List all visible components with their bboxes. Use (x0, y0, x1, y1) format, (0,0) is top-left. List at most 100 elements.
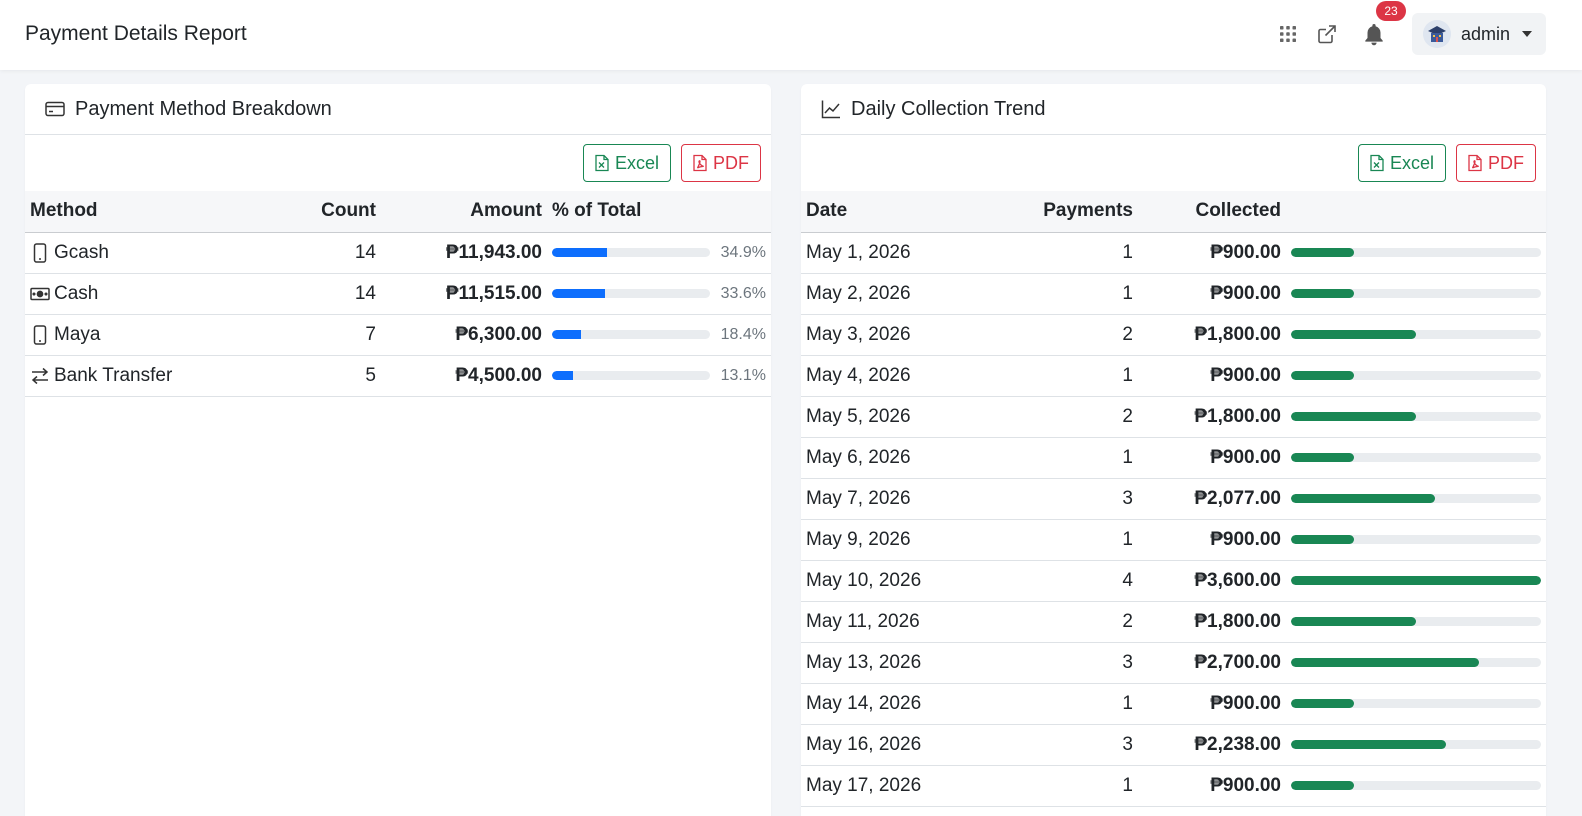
export-buttons: Excel PDF (25, 135, 771, 191)
collected-cell: ₱900.00 (1138, 273, 1286, 315)
collected-progress-bar (1291, 699, 1541, 708)
phone-icon (30, 242, 50, 264)
amount-cell: ₱6,300.00 (381, 314, 547, 356)
table-row: May 1, 2026 1 ₱900.00 (801, 232, 1546, 274)
collected-progress-bar (1291, 740, 1541, 749)
pdf-label: PDF (1488, 152, 1524, 173)
date-cell: May 13, 2026 (801, 642, 1001, 684)
payments-cell: 3 (1001, 478, 1138, 520)
table-row: May 17, 2026 1 ₱900.00 (801, 765, 1546, 807)
date-cell: May 4, 2026 (801, 355, 1001, 397)
payment-method-card: Payment Method Breakdown Excel PDF Metho… (25, 84, 771, 816)
excel-label: Excel (1389, 152, 1434, 173)
cash-icon (30, 283, 50, 305)
excel-label: Excel (614, 152, 659, 173)
collected-progress-fill (1291, 617, 1416, 626)
column-header-collected: Collected (1138, 191, 1286, 233)
collected-progress-fill (1291, 330, 1416, 339)
pct-progress-fill (552, 289, 606, 298)
collected-progress-bar (1291, 371, 1541, 380)
amount-cell: ₱4,500.00 (381, 355, 547, 397)
user-menu-dropdown[interactable]: admin (1412, 13, 1546, 55)
collected-bar-cell (1286, 437, 1546, 479)
daily-trend-table: Date Payments Collected May 1, 2026 1 ₱900… (801, 191, 1546, 807)
table-row: Maya 7 ₱6,300.00 18.4% (25, 314, 771, 356)
method-name: Maya (54, 323, 101, 345)
collected-progress-fill (1291, 699, 1354, 708)
payments-cell: 1 (1001, 437, 1138, 479)
export-excel-button[interactable]: Excel (1357, 144, 1446, 182)
payments-cell: 3 (1001, 642, 1138, 684)
table-row: May 3, 2026 2 ₱1,800.00 (801, 314, 1546, 356)
date-cell: May 2, 2026 (801, 273, 1001, 315)
pdf-file-icon (693, 154, 707, 172)
collected-progress-fill (1291, 576, 1541, 585)
export-pdf-button[interactable]: PDF (681, 144, 761, 182)
table-row: May 5, 2026 2 ₱1,800.00 (801, 396, 1546, 438)
table-row: May 4, 2026 1 ₱900.00 (801, 355, 1546, 397)
collected-progress-fill (1291, 453, 1354, 462)
avatar (1423, 20, 1451, 48)
column-header-payments: Payments (1001, 191, 1138, 233)
count-cell: 14 (307, 273, 381, 315)
collected-progress-fill (1291, 535, 1354, 544)
collected-cell: ₱900.00 (1138, 355, 1286, 397)
collected-progress-bar (1291, 535, 1541, 544)
collected-cell: ₱900.00 (1138, 519, 1286, 561)
amount-cell: ₱11,943.00 (381, 232, 547, 274)
collected-progress-bar (1291, 617, 1541, 626)
pct-progress-bar (552, 248, 710, 257)
date-cell: May 6, 2026 (801, 437, 1001, 479)
collected-cell: ₱1,800.00 (1138, 314, 1286, 356)
user-name: admin (1461, 23, 1511, 44)
column-header-pct: % of Total (547, 191, 771, 233)
method-cell: Maya (25, 314, 307, 356)
collected-bar-cell (1286, 724, 1546, 766)
collected-progress-fill (1291, 494, 1436, 503)
pct-progress-bar (552, 371, 710, 380)
chevron-down-icon (1522, 31, 1533, 37)
collected-progress-bar (1291, 412, 1541, 421)
notification-bell-icon[interactable] (1360, 20, 1388, 48)
apps-grid-icon[interactable] (1274, 20, 1302, 48)
collected-cell: ₱2,700.00 (1138, 642, 1286, 684)
date-cell: May 1, 2026 (801, 232, 1001, 274)
collected-cell: ₱1,800.00 (1138, 396, 1286, 438)
pct-progress-bar (552, 289, 710, 298)
collected-cell: ₱2,077.00 (1138, 478, 1286, 520)
external-link-icon[interactable] (1313, 20, 1341, 48)
table-row: May 13, 2026 3 ₱2,700.00 (801, 642, 1546, 684)
page-title: Payment Details Report (25, 22, 247, 45)
card-header: Daily Collection Trend (801, 84, 1546, 135)
pct-label: 33.6% (720, 284, 766, 302)
collected-bar-cell (1286, 601, 1546, 643)
payments-cell: 4 (1001, 560, 1138, 602)
collected-bar-cell (1286, 560, 1546, 602)
export-pdf-button[interactable]: PDF (1456, 144, 1536, 182)
payment-method-table: Method Count Amount % of Total Gcash 14 ₱1… (25, 191, 771, 397)
collected-bar-cell (1286, 396, 1546, 438)
pct-cell: 33.6% (547, 273, 771, 315)
collected-cell: ₱2,238.00 (1138, 724, 1286, 766)
credit-card-icon (44, 98, 66, 120)
collected-progress-bar (1291, 453, 1541, 462)
table-row: Bank Transfer 5 ₱4,500.00 13.1% (25, 355, 771, 397)
transfer-arrows-icon (30, 365, 50, 387)
export-buttons: Excel PDF (801, 135, 1546, 191)
collected-cell: ₱900.00 (1138, 437, 1286, 479)
pdf-file-icon (1468, 154, 1482, 172)
collected-bar-cell (1286, 765, 1546, 807)
date-cell: May 5, 2026 (801, 396, 1001, 438)
collected-bar-cell (1286, 683, 1546, 725)
collected-progress-bar (1291, 576, 1541, 585)
table-row: May 14, 2026 1 ₱900.00 (801, 683, 1546, 725)
pct-cell: 18.4% (547, 314, 771, 356)
payments-cell: 1 (1001, 683, 1138, 725)
export-excel-button[interactable]: Excel (582, 144, 671, 182)
card-title: Daily Collection Trend (851, 97, 1046, 120)
collected-progress-fill (1291, 371, 1354, 380)
method-cell: Cash (25, 273, 307, 315)
daily-trend-card: Daily Collection Trend Excel PDF Date Pa… (801, 84, 1546, 816)
collected-cell: ₱900.00 (1138, 765, 1286, 807)
date-cell: May 10, 2026 (801, 560, 1001, 602)
